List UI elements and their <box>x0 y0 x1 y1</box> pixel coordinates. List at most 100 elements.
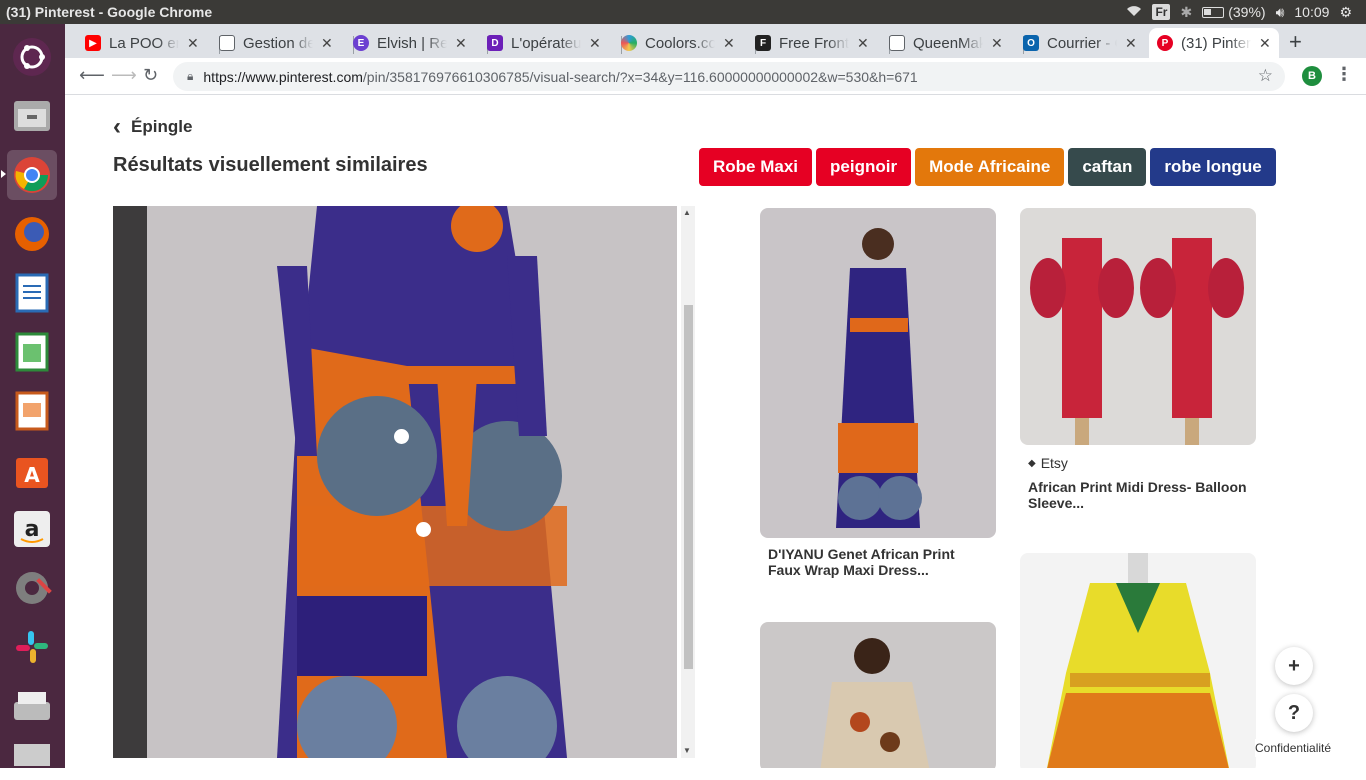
close-tab-icon[interactable]: ✕ <box>1125 35 1137 52</box>
system-settings-icon[interactable] <box>7 563 57 613</box>
elvish-icon: E <box>353 35 369 51</box>
viewer-scrollbar[interactable]: ▲ ▼ <box>681 206 695 758</box>
privacy-link[interactable]: Confidentialité <box>1255 739 1332 757</box>
chrome-menu-icon[interactable]: ⋮ <box>1335 64 1353 85</box>
close-tab-icon[interactable]: ✕ <box>321 35 333 52</box>
reload-icon[interactable]: ↻ <box>143 65 158 86</box>
slack-icon[interactable] <box>7 622 57 672</box>
clock[interactable]: 10:09 <box>1294 4 1329 20</box>
result-title[interactable]: African Print Midi Dress- Balloon Sleeve… <box>1028 479 1248 511</box>
tab-6[interactable]: QueenMaker ✕ <box>889 28 1024 58</box>
tab-8-active[interactable]: P (31) Pinterest ✕ <box>1149 28 1279 58</box>
visual-search-dot[interactable] <box>394 429 409 444</box>
close-tab-icon[interactable]: ✕ <box>991 35 1003 52</box>
close-tab-icon[interactable]: ✕ <box>1259 35 1271 52</box>
close-tab-icon[interactable]: ✕ <box>187 35 199 52</box>
tab-label: L'opérateur <box>511 34 581 52</box>
amazon-icon[interactable]: a <box>7 504 57 554</box>
power-icon[interactable]: ⚙︎ <box>1339 4 1352 21</box>
tab-5[interactable]: F Free Frontend ✕ <box>755 28 890 58</box>
tab-4[interactable]: Coolors.co ✕ <box>621 28 756 58</box>
window-title: (31) Pinterest - Google Chrome <box>6 4 213 20</box>
f-icon: F <box>755 35 771 51</box>
software-center-icon[interactable]: A <box>7 445 57 495</box>
help-button[interactable]: ? <box>1275 694 1313 732</box>
result-card[interactable] <box>760 622 996 768</box>
new-tab-icon[interactable]: + <box>1289 29 1302 55</box>
result-image[interactable] <box>1020 208 1256 445</box>
add-button[interactable]: + <box>1275 647 1313 685</box>
keyboard-layout-indicator[interactable]: Fr <box>1152 4 1171 20</box>
tab-label: Gestion des <box>243 34 313 52</box>
bookmark-star-icon[interactable]: ☆ <box>1258 66 1273 86</box>
source-label: Etsy <box>1040 455 1068 471</box>
tab-label: (31) Pinterest <box>1181 34 1251 52</box>
files-icon[interactable] <box>7 90 57 140</box>
close-tab-icon[interactable]: ✕ <box>589 35 601 52</box>
scroll-down-icon[interactable]: ▼ <box>683 746 691 755</box>
pin-image-viewer[interactable] <box>113 206 677 758</box>
workspaces-icon[interactable] <box>7 730 57 780</box>
result-image[interactable] <box>760 622 996 768</box>
profile-avatar[interactable]: B <box>1302 66 1322 86</box>
youtube-icon: ▶ <box>85 35 101 51</box>
back-to-pin-link[interactable]: ‹ Épingle <box>113 115 192 139</box>
libreoffice-writer-icon[interactable] <box>7 268 57 318</box>
result-source[interactable]: ◆ Etsy <box>1028 455 1256 471</box>
url-path: /pin/358176976610306785/visual-search/?x… <box>362 68 918 85</box>
page-title: Résultats visuellement similaires <box>113 154 428 176</box>
tab-7[interactable]: O Courrier - Outlook ✕ <box>1023 28 1149 58</box>
ubuntu-dash-icon[interactable] <box>7 32 57 82</box>
firefox-icon[interactable] <box>7 209 57 259</box>
scanner-icon[interactable] <box>7 681 57 731</box>
forward-arrow-icon[interactable]: ⟶ <box>111 65 137 86</box>
battery-indicator[interactable]: (39%) <box>1202 4 1266 20</box>
tab-1[interactable]: Gestion des ✕ <box>219 28 354 58</box>
chevron-left-icon: ‹ <box>113 113 121 140</box>
libreoffice-impress-icon[interactable] <box>7 386 57 436</box>
libreoffice-calc-icon[interactable] <box>7 327 57 377</box>
svg-text:a: a <box>25 517 40 542</box>
search-guides: Robe Maxi peignoir Mode Africaine caftan… <box>699 148 1276 186</box>
close-tab-icon[interactable]: ✕ <box>857 35 869 52</box>
tab-label: Courrier - Outlook <box>1047 34 1117 52</box>
d-icon: D <box>487 35 503 51</box>
pill-robe-longue[interactable]: robe longue <box>1150 148 1276 186</box>
lock-icon[interactable]: 🔒︎ <box>187 69 193 84</box>
result-card[interactable]: ◆ Etsy African Print Midi Dress- Balloon… <box>1020 208 1256 511</box>
running-indicator <box>1 170 6 178</box>
back-arrow-icon[interactable]: ⟵ <box>79 65 105 86</box>
bluetooth-icon[interactable]: ✱ <box>1180 4 1192 21</box>
pill-caftan[interactable]: caftan <box>1068 148 1147 186</box>
url-host: https://www.pinterest.com <box>203 68 363 85</box>
result-title[interactable]: D'IYANU Genet African Print Faux Wrap Ma… <box>768 546 988 578</box>
tab-3[interactable]: D L'opérateur ✕ <box>487 28 622 58</box>
scrollbar-thumb[interactable] <box>684 305 693 669</box>
tab-label: Elvish | React <box>377 34 447 52</box>
pill-robe-maxi[interactable]: Robe Maxi <box>699 148 813 186</box>
address-bar[interactable]: 🔒︎ https://www.pinterest.com/pin/3581769… <box>173 62 1285 91</box>
tab-label: Coolors.co <box>645 34 715 52</box>
close-tab-icon[interactable]: ✕ <box>455 35 467 52</box>
scroll-up-icon[interactable]: ▲ <box>683 208 691 217</box>
browser-toolbar: ⟵ ⟶ ↻ 🔒︎ https://www.pinterest.com/pin/3… <box>65 58 1366 95</box>
close-tab-icon[interactable]: ✕ <box>723 35 735 52</box>
tab-0[interactable]: ▶ La POO en Java ✕ <box>85 28 220 58</box>
tab-2[interactable]: E Elvish | React ✕ <box>353 28 488 58</box>
back-label: Épingle <box>131 117 193 136</box>
result-image[interactable] <box>760 208 996 538</box>
wifi-icon[interactable] <box>1126 4 1142 20</box>
tab-label: Free Frontend <box>779 34 849 52</box>
document-icon <box>889 35 905 51</box>
result-card[interactable] <box>1020 553 1256 768</box>
result-image[interactable] <box>1020 553 1256 768</box>
result-card[interactable]: D'IYANU Genet African Print Faux Wrap Ma… <box>760 208 996 578</box>
pill-peignoir[interactable]: peignoir <box>816 148 912 186</box>
chrome-icon[interactable] <box>7 150 57 200</box>
pill-mode-africaine[interactable]: Mode Africaine <box>915 148 1065 186</box>
tab-strip: ▶ La POO en Java ✕ Gestion des ✕ E Elvis… <box>65 24 1366 58</box>
volume-icon[interactable]: 🔊︎ <box>1276 4 1285 21</box>
pin-photo[interactable] <box>147 206 677 758</box>
visual-search-dot[interactable] <box>416 522 431 537</box>
battery-icon <box>1202 6 1225 18</box>
